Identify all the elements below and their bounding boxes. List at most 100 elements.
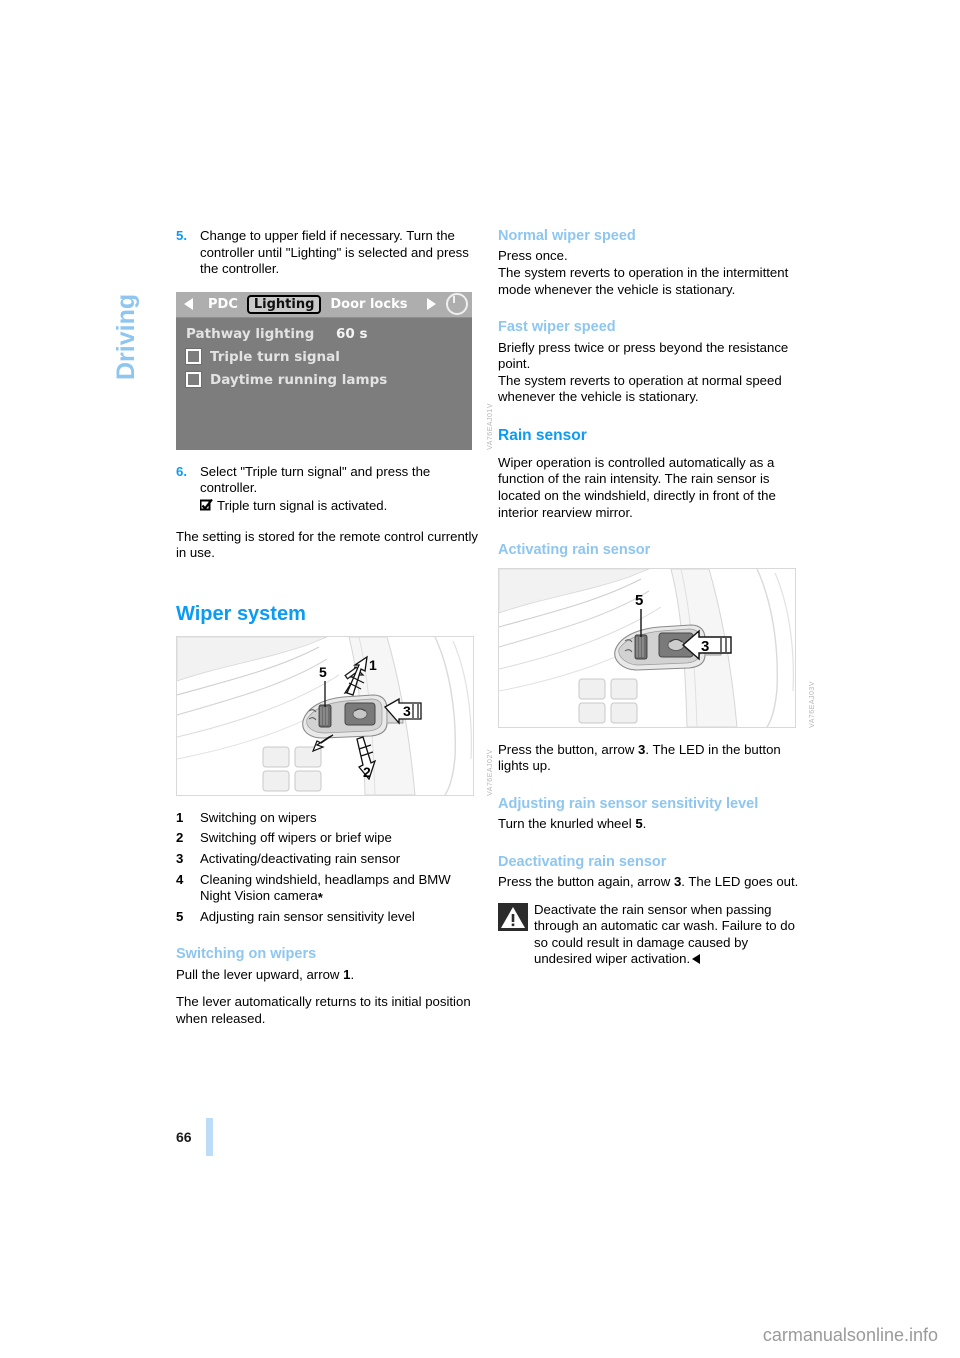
wiper-stalk-illustration: 1 3 2 5 [176, 635, 474, 796]
legend-text: Adjusting rain sensor sensitivity level [200, 908, 415, 924]
heading-rain-sensor: Rain sensor [498, 426, 587, 444]
legend-text: Activating/deactivating rain sensor [200, 850, 401, 866]
rain-sensor-para: Wiper operation is controlled automatica… [498, 454, 776, 520]
list-item: 2 Switching off wipers or brief wipe [176, 830, 478, 847]
stored-note: The setting is stored for the remote con… [176, 528, 478, 561]
svg-text:2: 2 [363, 764, 371, 780]
legend-text: Switching on wipers [200, 809, 317, 825]
normal-speed-para-1: Press once. [498, 248, 568, 264]
fast-speed-para-2: The system reverts to operation at norma… [498, 372, 782, 405]
legend-number: 1 [176, 809, 184, 825]
legend-number: 5 [176, 908, 184, 924]
page-number: 66 [176, 1129, 192, 1145]
figure-id-label: VA76EAJ01V [487, 402, 494, 450]
idrive-row-pathway-lighting[interactable]: Pathway lighting 60 s [186, 326, 462, 342]
deactivating-para: Press the button again, arrow 3. The LED… [498, 874, 800, 891]
legend-number: 3 [176, 850, 184, 866]
list-item: 5 Adjusting rain sensor sensitivity leve… [176, 909, 478, 926]
folio: 66 [176, 1118, 213, 1156]
clock-icon [446, 293, 468, 316]
legend-text: Switching off wipers or brief wipe [200, 830, 392, 846]
figure-wiper-stalk: 1 3 2 5 VA76EAJ02V [176, 635, 494, 796]
list-item: 4 Cleaning windshield, headlamps and BMW… [176, 871, 478, 906]
text-post: . [350, 966, 355, 982]
text-post: . [642, 816, 647, 832]
normal-speed-para-2: The system reverts to operation in the i… [498, 264, 789, 297]
svg-text:1: 1 [369, 657, 377, 673]
list-item-step-6: 6. Select "Triple turn signal" and press… [176, 464, 478, 515]
step-result-text: Triple turn signal is activated. [217, 497, 388, 513]
text-post: . The LED goes out. [681, 874, 799, 890]
site-watermark: carmanualsonline.info [762, 1325, 938, 1345]
rain-sensor-button-illustration: 3 5 [498, 567, 796, 728]
scroll-right-icon[interactable] [427, 298, 436, 311]
text-pre: Press the button, arrow [498, 741, 639, 757]
idrive-tab-door-locks[interactable]: Door locks [325, 296, 412, 313]
activating-para: Press the button, arrow 3. The LED in th… [498, 742, 800, 775]
scroll-left-icon[interactable] [184, 298, 193, 311]
footnote-star: * [317, 890, 323, 906]
heading-wiper-system: Wiper system [176, 602, 306, 625]
warning-note: Deactivate the rain sensor when passing … [498, 902, 800, 968]
svg-text:3: 3 [403, 703, 411, 719]
text-pre: Pull the lever upward, arrow [176, 966, 344, 982]
idrive-row-label: Triple turn signal [210, 348, 340, 365]
idrive-row-label: Daytime running lamps [210, 371, 388, 388]
step-number: 6. [176, 463, 187, 479]
text-pre: Press the button again, arrow [498, 874, 674, 890]
list-item: 1 Switching on wipers [176, 810, 478, 827]
heading-normal-wiper-speed: Normal wiper speed [498, 228, 636, 244]
figure-rain-sensor-button: 3 5 VA76EAJ03V [498, 567, 816, 728]
checkmark-box-icon [200, 498, 213, 512]
section-end-marker [692, 954, 701, 965]
list-item: 3 Activating/deactivating rain sensor [176, 851, 478, 868]
warning-text: Deactivate the rain sensor when passing … [534, 901, 795, 967]
heading-activating-rain-sensor: Activating rain sensor [498, 542, 651, 559]
step-number: 5. [176, 228, 187, 243]
heading-fast-wiper-speed: Fast wiper speed [498, 319, 616, 336]
checkbox-icon[interactable] [186, 372, 201, 388]
heading-deactivating-rain-sensor: Deactivating rain sensor [498, 853, 667, 870]
left-column: 5. Change to upper field if necessary. T… [176, 228, 494, 1038]
idrive-row-daytime-running-lamps[interactable]: Daytime running lamps [186, 372, 462, 388]
legend-text: Cleaning windshield, headlamps and BMW N… [200, 871, 451, 904]
figure-idrive-lighting: PDC Lighting Door locks Pathway lighting… [176, 291, 494, 450]
svg-text:5: 5 [319, 664, 327, 680]
chapter-tab: Driving [104, 222, 144, 392]
folio-rule [205, 1118, 213, 1156]
heading-switching-on-wipers: Switching on wipers [176, 946, 317, 963]
list-item-step-5: 5. Change to upper field if necessary. T… [176, 228, 478, 278]
wheel-ref: 5 [635, 816, 643, 832]
warning-triangle-icon [498, 902, 528, 931]
figure-id-label: VA76EAJ02V [487, 748, 494, 796]
idrive-row-triple-turn-signal[interactable]: Triple turn signal [186, 349, 462, 365]
heading-adjusting-sensitivity: Adjusting rain sensor sensitivity level [498, 795, 759, 812]
step-text: Select "Triple turn signal" and press th… [200, 463, 431, 496]
idrive-tab-lighting[interactable]: Lighting [246, 294, 322, 314]
wiper-legend-list: 1 Switching on wipers 2 Switching off wi… [176, 810, 478, 926]
svg-text:3: 3 [701, 638, 709, 655]
step-text: Change to upper field if necessary. Turn… [200, 228, 469, 277]
idrive-tab-pdc[interactable]: PDC [203, 296, 243, 313]
svg-text:5: 5 [635, 592, 643, 609]
right-column: Normal wiper speed Press once. The syste… [498, 228, 816, 968]
legend-number: 2 [176, 830, 184, 846]
text-pre: Turn the knurled wheel [498, 816, 636, 832]
checkbox-icon[interactable] [186, 349, 201, 365]
idrive-row-value: 60 s [336, 325, 368, 342]
idrive-menu-list: Pathway lighting 60 s Triple turn signal… [176, 318, 472, 388]
idrive-tab-bar: PDC Lighting Door locks [176, 291, 472, 318]
idrive-row-label: Pathway lighting [186, 325, 315, 342]
switching-on-para-2: The lever automatically returns to its i… [176, 994, 471, 1026]
idrive-screen: PDC Lighting Door locks Pathway lighting… [176, 291, 472, 450]
manual-page: Driving 5. Change to upper field if nece… [0, 0, 960, 1358]
